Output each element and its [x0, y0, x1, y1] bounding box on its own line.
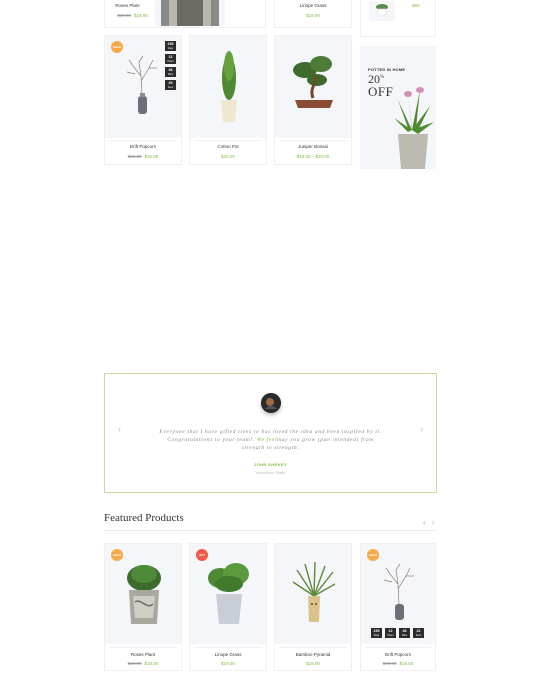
product-image[interactable]	[190, 36, 266, 138]
product-name[interactable]: Juniper Bonsai	[275, 144, 351, 149]
juniper-bonsai-image	[293, 56, 333, 108]
divider	[279, 140, 347, 141]
section-title: Featured Products	[104, 512, 184, 524]
countdown-secs: 21 Secs	[413, 628, 424, 638]
product-price: $18.00 – $20.00	[296, 154, 330, 159]
carousel-nav: ‹ ›	[423, 518, 437, 527]
divider	[279, 647, 347, 648]
product-card[interactable]: Liriope Grass $19.00	[274, 0, 352, 28]
product-card[interactable]: HOT Liriope Grass $19.00	[189, 543, 267, 671]
product-card[interactable]: SALE Roses Plant $30.00 $18.00	[104, 543, 182, 671]
testimonial-quote: Everyone that I have gifted trees to has…	[159, 429, 382, 451]
product-name[interactable]: Bamboo Pyramid	[275, 652, 351, 657]
product-card[interactable]: SALE 239 Days 12 Hours 46 Mins 29 Secs Drift…	[104, 35, 182, 165]
potted-flower-image	[394, 87, 434, 169]
avatar-image	[261, 393, 281, 413]
product-image[interactable]	[275, 36, 351, 138]
hot-badge: HOT	[196, 549, 208, 561]
divider	[194, 140, 262, 141]
testimonial-box: ‹ › Everyone that I have gifted trees to…	[104, 373, 437, 493]
product-image[interactable]	[155, 0, 225, 26]
product-price: $30.00 $16.00	[127, 154, 159, 159]
product-name[interactable]: Drift Popcorn	[361, 652, 435, 657]
cotton-pot-image	[221, 51, 237, 122]
divider	[109, 647, 177, 648]
roses-plant-pot-image	[161, 0, 219, 26]
product-price: $19.00	[221, 661, 235, 666]
sale-badge: SALE	[111, 549, 123, 561]
divider	[365, 647, 431, 648]
product-card[interactable]: Juniper Bonsai $18.00 – $20.00	[274, 35, 352, 165]
product-card[interactable]: $00	[360, 0, 436, 37]
succulent-image	[376, 4, 388, 16]
countdown-mins: 46 Mins	[399, 628, 410, 638]
product-price: $30.00 $18.00	[117, 13, 148, 18]
product-card[interactable]: Cotton Pot $20.00	[189, 35, 267, 165]
section-divider	[104, 530, 437, 531]
product-image[interactable]	[275, 544, 351, 644]
product-card[interactable]: Roses Plant $30.00 $18.00	[104, 0, 266, 28]
divider	[194, 647, 262, 648]
promo-banner[interactable]: POTTED IN HOME 20% OFF	[360, 46, 436, 169]
product-price: $00	[412, 3, 420, 8]
countdown-mins: 46 Mins	[165, 67, 176, 77]
countdown-hours: 12 Hours	[165, 54, 176, 64]
product-name[interactable]: Drift Popcorn	[105, 144, 181, 149]
product-price: $20.00	[221, 154, 235, 159]
product-name[interactable]: Liriope Grass	[190, 652, 266, 657]
product-name[interactable]: Roses Plant	[105, 652, 181, 657]
sale-badge: SALE	[111, 41, 123, 53]
testimonial-author: JOHN SHEKEY	[253, 462, 288, 467]
product-name[interactable]: Roses Plant	[105, 3, 150, 8]
countdown-hours: 12 Hours	[385, 628, 396, 638]
product-image[interactable]	[369, 1, 395, 21]
product-name[interactable]: Liriope Grass	[275, 3, 351, 8]
product-price: $30.00 $16.00	[382, 661, 414, 666]
testimonial-prev-arrow[interactable]: ‹	[118, 424, 121, 434]
countdown-secs: 29 Secs	[165, 80, 176, 90]
product-card[interactable]: SALE 239 Days 12 Hours 46 Mins 21 Secs Drift…	[360, 543, 436, 671]
avatar	[261, 393, 281, 413]
carousel-prev-arrow[interactable]: ‹	[423, 518, 428, 527]
countdown-days: 239 Days	[371, 628, 382, 638]
sale-badge: SALE	[367, 549, 379, 561]
product-price: $30.00 $18.00	[127, 661, 159, 666]
carousel-next-arrow[interactable]: ›	[432, 518, 437, 527]
divider	[109, 140, 177, 141]
product-name[interactable]: Cotton Pot	[190, 144, 266, 149]
product-price: $19.00	[306, 13, 320, 18]
testimonial-role: WoodStore Staffs	[255, 471, 286, 475]
product-price: $18.00	[306, 661, 320, 666]
product-card[interactable]: Bamboo Pyramid $18.00	[274, 543, 352, 671]
bamboo-pyramid-image	[292, 561, 336, 622]
testimonial-next-arrow[interactable]: ›	[420, 424, 423, 434]
countdown-days: 239 Days	[165, 41, 176, 51]
